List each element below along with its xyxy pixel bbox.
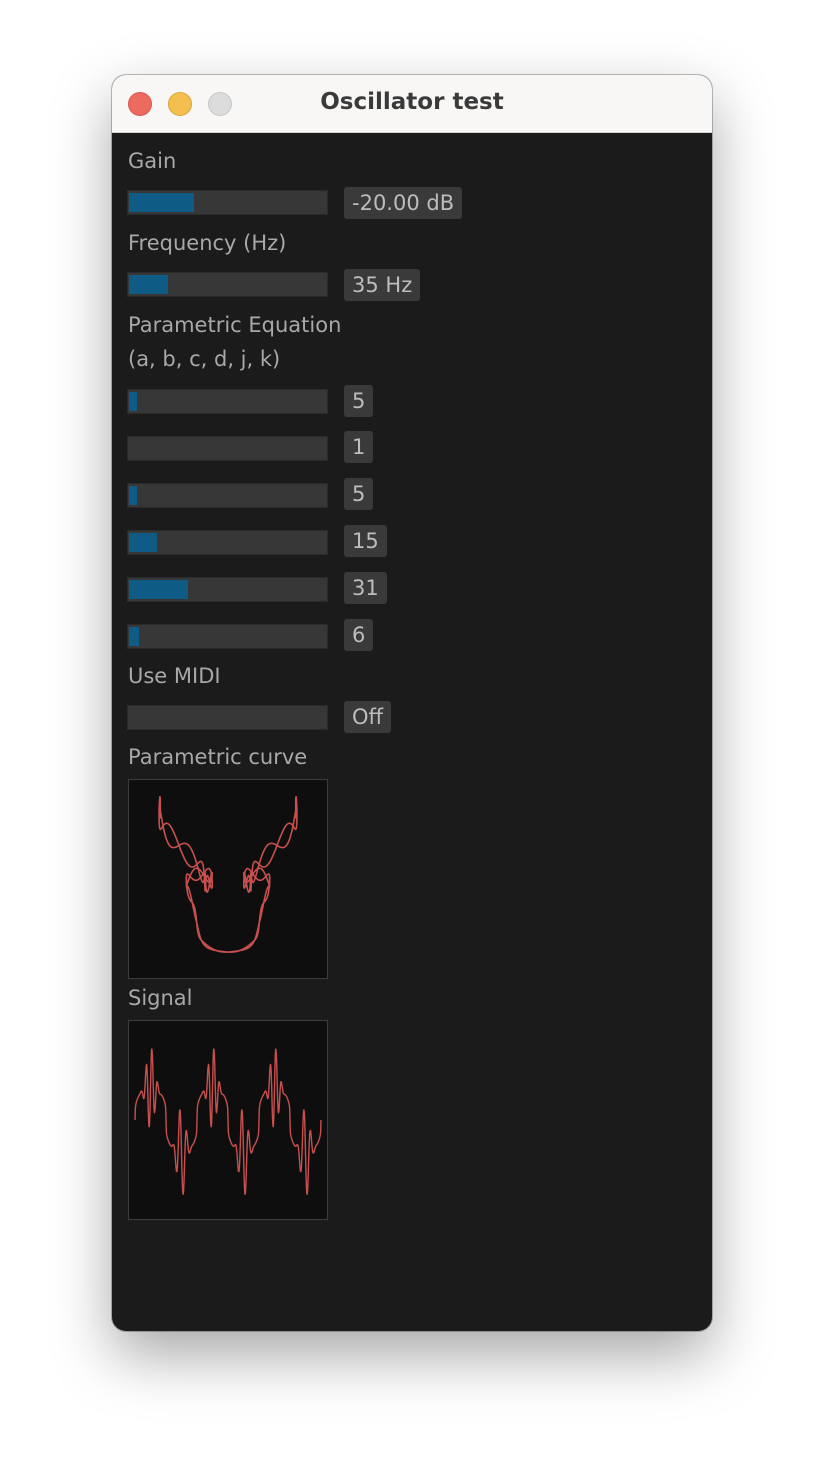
param-b-value: 1 xyxy=(344,431,374,463)
param-d-value: 15 xyxy=(344,525,387,557)
frequency-slider-fill xyxy=(129,275,168,294)
signal-label: Signal xyxy=(128,986,193,1010)
param-j-slider-fill xyxy=(129,580,188,599)
param-b-slider[interactable] xyxy=(127,436,328,461)
param-c-slider-fill xyxy=(129,486,137,505)
midi-toggle-slider[interactable] xyxy=(127,705,328,730)
parametric-curve-display xyxy=(128,779,328,979)
frequency-label: Frequency (Hz) xyxy=(128,231,287,255)
signal-plot xyxy=(134,1048,322,1195)
gain-slider-fill xyxy=(129,193,194,212)
oscillator-window: Oscillator test Gain -20.00 dB Frequency… xyxy=(112,75,712,1331)
gain-slider[interactable] xyxy=(127,190,328,215)
param-j-slider[interactable] xyxy=(127,577,328,602)
controls-panel: Gain -20.00 dB Frequency (Hz) 35 Hz Para… xyxy=(112,133,712,1331)
param-j-value: 31 xyxy=(344,572,387,604)
title-bar[interactable]: Oscillator test xyxy=(112,75,712,133)
parametric-curve-plot xyxy=(158,795,298,953)
parametric-curve-trace xyxy=(158,795,298,953)
curve-label: Parametric curve xyxy=(128,745,308,769)
param-a-value: 5 xyxy=(344,385,374,417)
param-a-slider[interactable] xyxy=(127,389,328,414)
gain-label: Gain xyxy=(128,149,177,173)
param-k-value: 6 xyxy=(344,619,374,651)
param-d-slider[interactable] xyxy=(127,530,328,555)
param-k-slider-fill xyxy=(129,627,139,646)
signal-trace xyxy=(134,1048,322,1195)
midi-value: Off xyxy=(344,701,391,733)
frequency-slider[interactable] xyxy=(127,272,328,297)
midi-label: Use MIDI xyxy=(128,664,221,688)
frequency-value: 35 Hz xyxy=(344,269,421,301)
param-c-slider[interactable] xyxy=(127,483,328,508)
signal-display xyxy=(128,1020,328,1220)
param-c-value: 5 xyxy=(344,478,374,510)
parametric-params-label: (a, b, c, d, j, k) xyxy=(128,347,281,371)
parametric-label: Parametric Equation xyxy=(128,313,342,337)
param-k-slider[interactable] xyxy=(127,624,328,649)
param-d-slider-fill xyxy=(129,533,157,552)
param-a-slider-fill xyxy=(129,392,137,411)
gain-value: -20.00 dB xyxy=(344,187,463,219)
window-title: Oscillator test xyxy=(320,89,504,115)
